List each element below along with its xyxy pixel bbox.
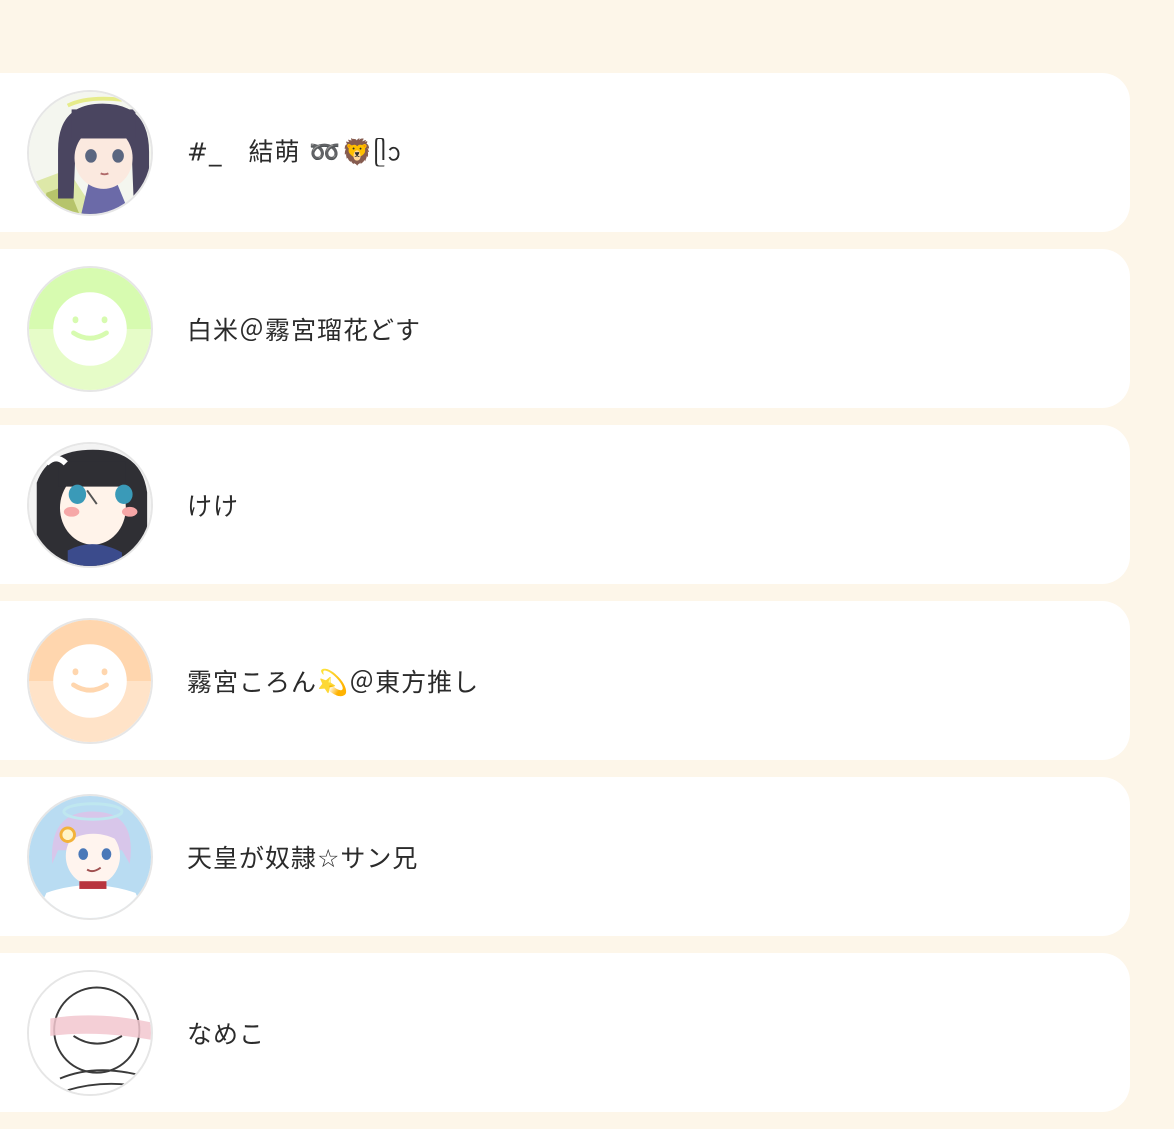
- user-name: #_ 結萌 ➿🦁ᥫᩣ: [187, 137, 403, 166]
- user-card[interactable]: 白米＠霧宮瑠花どす: [0, 249, 1130, 408]
- user-card[interactable]: #_ 結萌 ➿🦁ᥫᩣ: [0, 73, 1130, 232]
- user-card[interactable]: 霧宮ころん💫＠東方推し: [0, 601, 1130, 760]
- user-avatar[interactable]: [27, 969, 153, 1096]
- anime-boy-lavender-hair-avatar: [29, 795, 151, 918]
- user-avatar[interactable]: [27, 441, 153, 568]
- user-name: 白米＠霧宮瑠花どす: [187, 315, 422, 345]
- sketch-face-avatar: [29, 971, 151, 1094]
- user-name: なめこ: [187, 1019, 266, 1049]
- default-smiley-avatar: [29, 619, 151, 742]
- user-name: けけ: [187, 491, 240, 521]
- user-name: 天皇が奴隷☆サン兄: [187, 843, 419, 873]
- anime-girl-black-hair-avatar: [29, 443, 151, 566]
- user-card[interactable]: 天皇が奴隷☆サン兄: [0, 777, 1130, 936]
- user-card[interactable]: けけ: [0, 425, 1130, 584]
- anime-girl-dark-hair-avatar: [29, 91, 151, 214]
- user-card[interactable]: なめこ: [0, 953, 1130, 1112]
- default-smiley-avatar: [29, 267, 151, 390]
- user-avatar[interactable]: [27, 89, 153, 216]
- user-avatar[interactable]: [27, 265, 153, 392]
- user-name: 霧宮ころん💫＠東方推し: [187, 667, 480, 697]
- user-avatar[interactable]: [27, 617, 153, 744]
- user-avatar[interactable]: [27, 793, 153, 920]
- user-list: #_ 結萌 ➿🦁ᥫᩣ 白米＠霧宮瑠花どす けけ 霧宮ころん💫＠東方推し 天皇が奴…: [0, 73, 1130, 1129]
